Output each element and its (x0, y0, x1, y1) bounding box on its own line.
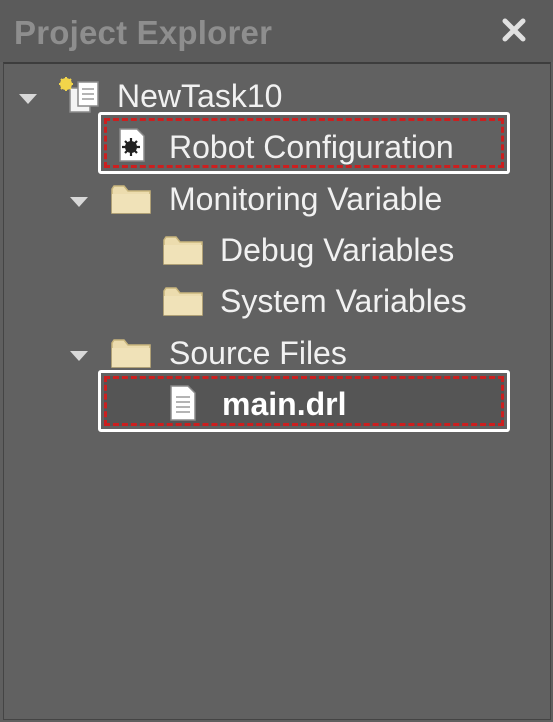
config-file-icon (117, 127, 147, 168)
panel-title: Project Explorer (14, 14, 273, 51)
tree-item-label: System Variables (220, 283, 467, 319)
tree-item-label: Monitoring Variable (169, 181, 443, 217)
tree-item-label: Source Files (169, 335, 347, 371)
tree-item-main-drl[interactable]: main.drl (4, 380, 544, 428)
expand-arrow-icon[interactable] (70, 351, 88, 361)
project-explorer-panel: Project Explorer NewTask10 Robot Configu… (0, 0, 553, 722)
project-tree: NewTask10 Robot Configuration Monitoring… (3, 62, 551, 720)
project-icon (56, 76, 100, 121)
expand-arrow-icon[interactable] (19, 94, 37, 104)
tree-item-label: Robot Configuration (169, 129, 454, 165)
tree-item-robot-configuration[interactable]: Robot Configuration (4, 123, 544, 171)
tree-item-monitoring-variable[interactable]: Monitoring Variable (4, 175, 544, 223)
panel-titlebar: Project Explorer (0, 0, 553, 62)
close-icon[interactable] (496, 12, 532, 48)
tree-item-label: Debug Variables (220, 232, 455, 268)
tree-item-system-variables[interactable]: System Variables (4, 277, 544, 325)
tree-item-debug-variables[interactable]: Debug Variables (4, 226, 544, 274)
folder-icon (110, 337, 152, 374)
tree-item-label: NewTask10 (117, 78, 283, 114)
folder-icon (162, 285, 204, 322)
tree-item-label: main.drl (222, 386, 347, 422)
expand-arrow-icon[interactable] (70, 197, 88, 207)
folder-icon (110, 183, 152, 220)
document-icon (168, 384, 198, 427)
folder-icon (162, 234, 204, 271)
